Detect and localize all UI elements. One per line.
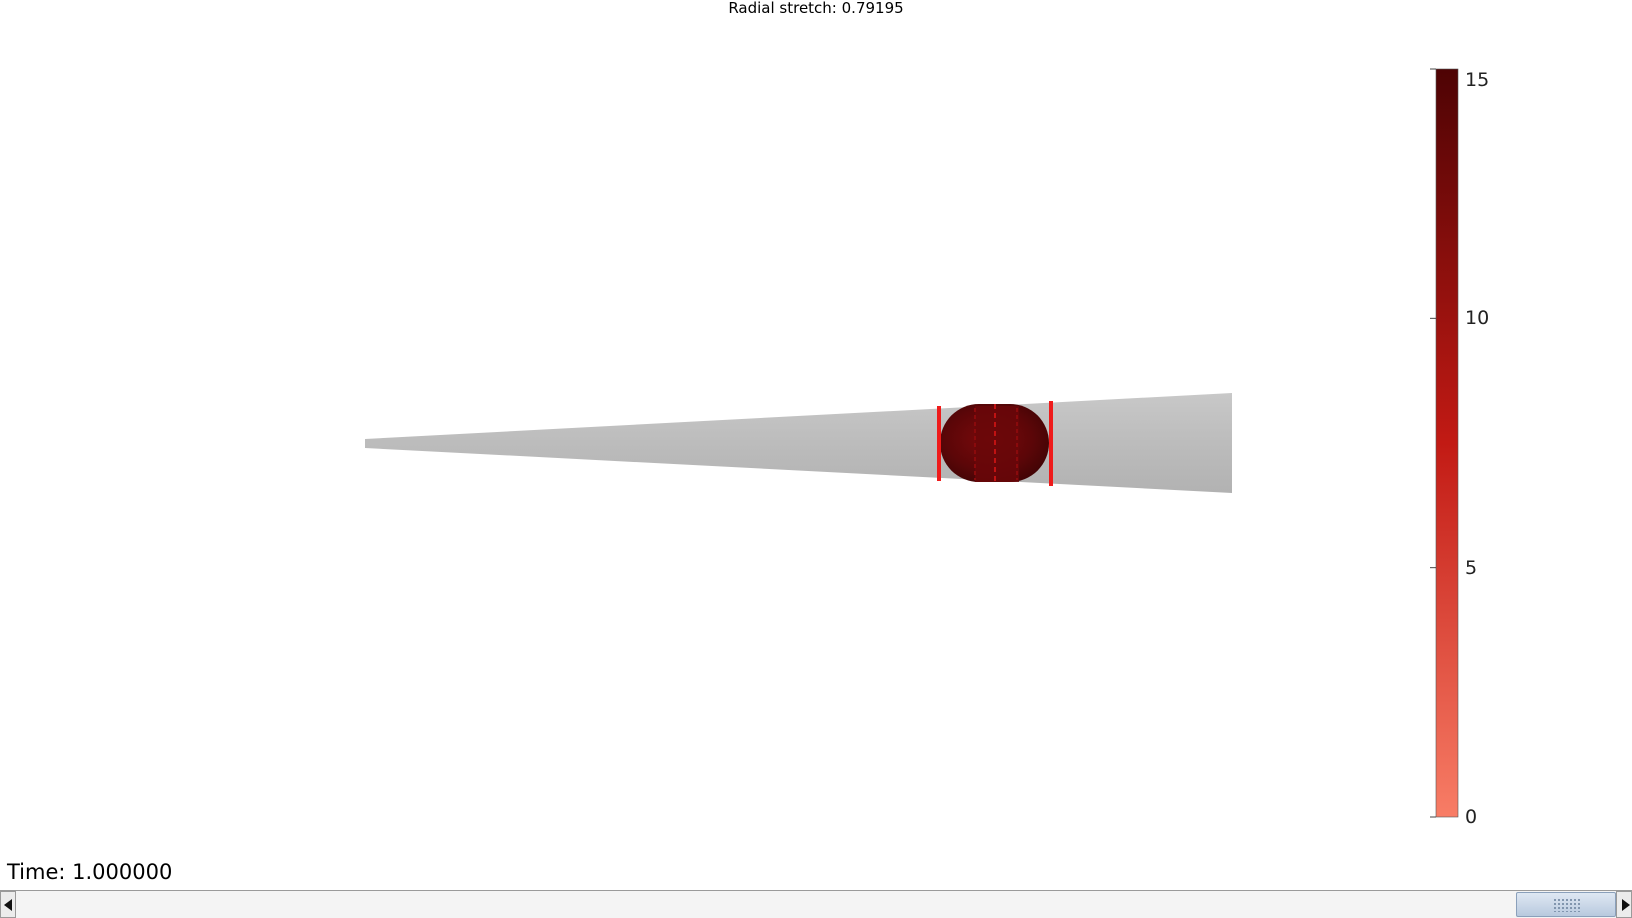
plot-canvas	[365, 68, 1459, 818]
arrow-right-icon	[1622, 899, 1630, 911]
scrollbar-thumb[interactable]	[1516, 892, 1616, 917]
colorbar-tick-label: 0	[1465, 806, 1478, 828]
tapered-tube	[365, 393, 1232, 493]
scroll-right-button[interactable]	[1616, 891, 1632, 918]
colorbar-tick-label: 10	[1465, 307, 1490, 330]
colorbar	[1435, 68, 1459, 818]
grip-icon	[1553, 898, 1581, 912]
time-scrollbar[interactable]	[0, 890, 1632, 918]
arrow-left-icon	[4, 899, 12, 911]
capsule-group	[940, 404, 1049, 484]
time-readout: Time: 1.000000	[7, 860, 173, 884]
capsule-band	[975, 406, 1019, 482]
colorbar-tick-label: 15	[1465, 69, 1490, 91]
colorbar-tick-label: 5	[1465, 556, 1478, 579]
scroll-left-button[interactable]	[0, 891, 16, 918]
scrollbar-track[interactable]	[16, 891, 1616, 918]
plot-window: Radial stretch: 0.79195 15 10 5 0 Time: …	[0, 0, 1632, 918]
